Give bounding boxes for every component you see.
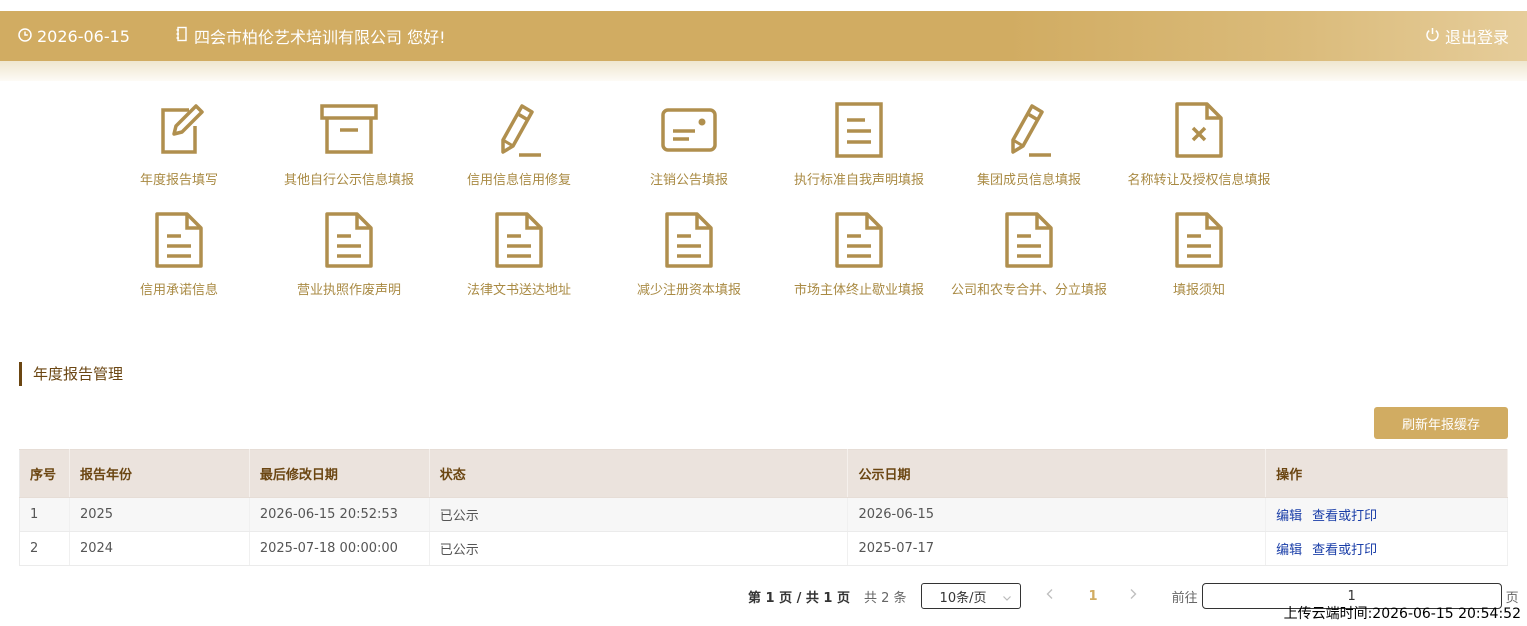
cell-year: 2025 xyxy=(69,497,250,532)
edit-link[interactable]: 编辑 xyxy=(1276,543,1302,558)
menu-label: 信用承诺信息 xyxy=(139,283,218,298)
top-bar: 2026-06-15 四会市柏伦艺术培训有限公司 您好! 退出登录 xyxy=(0,11,1527,61)
menu-other-disclosure[interactable]: 其他自行公示信息填报 xyxy=(264,100,434,210)
id-card-icon xyxy=(659,100,719,160)
menu-group-members[interactable]: 集团成员信息填报 xyxy=(944,100,1114,210)
col-header-action: 操作 xyxy=(1265,449,1508,498)
menu-label: 公司和农专合并、分立填报 xyxy=(950,283,1107,298)
cell-actions: 编辑 查看或打印 xyxy=(1265,497,1508,532)
document-icon xyxy=(149,210,209,270)
refresh-cache-button[interactable]: 刷新年报缓存 xyxy=(1374,407,1508,439)
menu-label: 执行标准自我声明填报 xyxy=(793,173,924,188)
menu-standard-declaration[interactable]: 执行标准自我声明填报 xyxy=(774,100,944,210)
total-count: 共 2 条 xyxy=(864,590,907,606)
menu-label: 名称转让及授权信息填报 xyxy=(1127,173,1271,188)
cell-modified: 2025-07-18 00:00:00 xyxy=(249,531,430,566)
document-icon xyxy=(319,210,379,270)
menu-cancellation-notice[interactable]: 注销公告填报 xyxy=(604,100,774,210)
file-x-icon xyxy=(1169,100,1229,160)
menu-label: 减少注册资本填报 xyxy=(636,283,741,298)
document-icon xyxy=(489,210,549,270)
prev-page-button[interactable] xyxy=(1045,588,1059,604)
menu-merger-split[interactable]: 公司和农专合并、分立填报 xyxy=(944,210,1114,320)
cell-modified: 2026-06-15 20:52:53 xyxy=(249,497,430,532)
pencil-icon xyxy=(999,100,1059,160)
menu-legal-address[interactable]: 法律文书送达地址 xyxy=(434,210,604,320)
menu-label: 集团成员信息填报 xyxy=(976,173,1081,188)
menu-annual-report[interactable]: 年度报告填写 xyxy=(94,100,264,210)
date-text: 2026-06-15 xyxy=(37,26,130,46)
annual-report-table: 序号 报告年份 最后修改日期 状态 公示日期 操作 1 2025 2026-06… xyxy=(19,449,1508,566)
menu-credit-commitment[interactable]: 信用承诺信息 xyxy=(94,210,264,320)
pencil-icon xyxy=(489,100,549,160)
document-icon xyxy=(659,210,719,270)
edit-icon xyxy=(149,100,209,160)
document-icon xyxy=(829,210,889,270)
page-number-current[interactable]: 1 xyxy=(1089,589,1098,604)
goto-label: 前往 xyxy=(1171,590,1198,606)
table-row: 2 2024 2025-07-18 00:00:00 已公示 2025-07-1… xyxy=(19,531,1508,566)
page-summary: 第 1 页 / 共 1 页 xyxy=(748,590,850,606)
view-print-link[interactable]: 查看或打印 xyxy=(1312,509,1377,524)
document-icon xyxy=(999,210,1059,270)
col-header-status: 状态 xyxy=(428,449,849,498)
section-title: 年度报告管理 xyxy=(19,362,123,386)
cell-no: 1 xyxy=(19,497,70,532)
col-header-publish: 公示日期 xyxy=(847,449,1267,498)
logout-button[interactable]: 退出登录 xyxy=(1425,11,1509,61)
menu-label: 法律文书送达地址 xyxy=(466,283,571,298)
upload-time: 上传云端时间:2026-06-15 20:54:52 xyxy=(1283,606,1521,622)
menu-label: 市场主体终止歇业填报 xyxy=(793,283,924,298)
logout-label: 退出登录 xyxy=(1444,28,1509,47)
menu-license-void[interactable]: 营业执照作废声明 xyxy=(264,210,434,320)
menu-row-2: 信用承诺信息 营业执照作废声明 法律文书送达地址 减少注册资本填报 市场主体终止… xyxy=(94,210,1284,320)
cell-actions: 编辑 查看或打印 xyxy=(1265,531,1508,566)
menu-label: 注销公告填报 xyxy=(649,173,728,188)
col-header-no: 序号 xyxy=(19,449,70,498)
page-size-select[interactable]: 10条/页 xyxy=(920,583,1021,609)
col-header-modified: 最后修改日期 xyxy=(248,449,430,498)
clock-icon xyxy=(18,27,37,46)
next-page-button[interactable] xyxy=(1128,588,1142,604)
top-strip xyxy=(0,0,1527,11)
menu-row-1: 年度报告填写 其他自行公示信息填报 信用信息信用修复 注销公告填报 执行标准自我… xyxy=(94,100,1284,210)
header-shadow xyxy=(0,61,1527,81)
greeting-text: 四会市柏伦艺术培训有限公司 您好! xyxy=(194,28,446,47)
cell-status: 已公示 xyxy=(429,531,849,566)
cell-status: 已公示 xyxy=(429,497,849,532)
menu-credit-repair[interactable]: 信用信息信用修复 xyxy=(434,100,604,210)
menu-business-termination[interactable]: 市场主体终止歇业填报 xyxy=(774,210,944,320)
menu-capital-reduction[interactable]: 减少注册资本填报 xyxy=(604,210,774,320)
table-header-row: 序号 报告年份 最后修改日期 状态 公示日期 操作 xyxy=(19,449,1508,498)
book-icon xyxy=(175,26,194,46)
cell-publish: 2026-06-15 xyxy=(847,497,1267,532)
cell-year: 2024 xyxy=(69,531,250,566)
function-menu: 年度报告填写 其他自行公示信息填报 信用信息信用修复 注销公告填报 执行标准自我… xyxy=(94,100,1284,320)
menu-label: 其他自行公示信息填报 xyxy=(283,173,414,188)
table-row: 1 2025 2026-06-15 20:52:53 已公示 2026-06-1… xyxy=(19,497,1508,532)
current-date: 2026-06-15 xyxy=(18,11,130,61)
cell-no: 2 xyxy=(19,531,70,566)
power-icon xyxy=(1425,27,1445,46)
menu-label: 营业执照作废声明 xyxy=(296,283,401,298)
menu-name-transfer[interactable]: 名称转让及授权信息填报 xyxy=(1114,100,1284,210)
cell-publish: 2025-07-17 xyxy=(847,531,1267,566)
document-icon xyxy=(1169,210,1229,270)
chevron-down-icon xyxy=(1002,592,1012,607)
col-header-year: 报告年份 xyxy=(68,449,250,498)
menu-label: 填报须知 xyxy=(1172,283,1225,298)
menu-label: 信用信息信用修复 xyxy=(466,173,571,188)
document-icon xyxy=(829,100,889,160)
view-print-link[interactable]: 查看或打印 xyxy=(1312,543,1377,558)
edit-link[interactable]: 编辑 xyxy=(1276,509,1302,524)
page-size-value: 10条/页 xyxy=(939,590,987,606)
menu-filing-notice[interactable]: 填报须知 xyxy=(1114,210,1284,320)
company-greeting: 四会市柏伦艺术培训有限公司 您好! xyxy=(175,11,446,61)
menu-label: 年度报告填写 xyxy=(139,173,218,188)
archive-box-icon xyxy=(319,100,379,160)
